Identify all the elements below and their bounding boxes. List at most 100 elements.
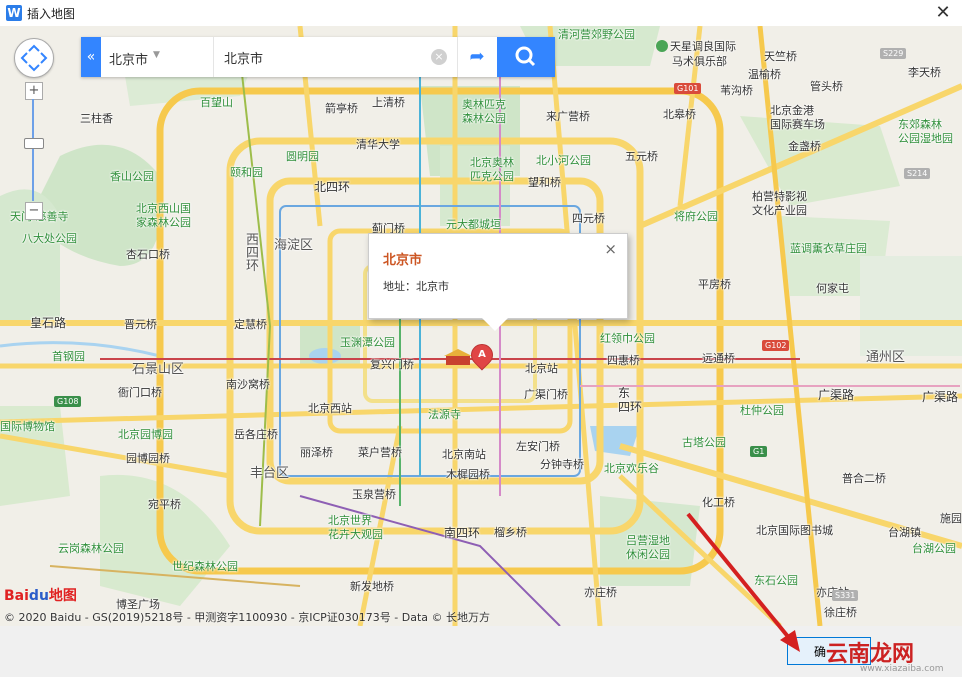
map-label: 四惠桥 <box>607 354 640 367</box>
map-label: 通州区 <box>866 350 906 365</box>
info-window: 北京市 地址：北京市 × <box>368 233 628 331</box>
map-label: 清河营郊野公园 <box>558 28 635 41</box>
map-label: 丰台区 <box>250 466 290 481</box>
map-label: 玉泉营桥 <box>352 488 396 501</box>
pan-arrows-icon <box>20 44 48 72</box>
map-label: 新发地桥 <box>350 580 394 593</box>
zoom-out-button[interactable]: − <box>25 202 43 220</box>
map-label: 徐庄桥 <box>824 606 857 619</box>
map-label: 化工桥 <box>702 496 735 509</box>
map-label: 清华大学 <box>356 138 400 151</box>
map-label: 八大处公园 <box>22 232 77 245</box>
dialog-footer: 确 云南龙网 www.xiazaiba.com <box>0 626 962 677</box>
map-label: 北京站 <box>525 362 558 375</box>
map-label: 广渠路 <box>818 388 855 402</box>
map-label: 公园湿地园 <box>898 132 953 145</box>
map-label: 定慧桥 <box>234 318 267 331</box>
collapse-panel-button[interactable]: « <box>81 37 101 77</box>
zoom-slider-handle[interactable] <box>24 138 44 149</box>
map-label: 丽泽桥 <box>300 446 333 459</box>
map-label: 李天桥 <box>908 66 941 79</box>
map-label: 首钢园 <box>52 350 85 363</box>
info-window-address: 地址：北京市 <box>383 280 449 293</box>
map-label: 温榆桥 <box>748 68 781 81</box>
map-label: 菜户营桥 <box>358 446 402 459</box>
highway-shield: G102 <box>762 340 790 351</box>
map-label: 远通桥 <box>702 352 735 365</box>
map-label: 北四环 <box>314 180 351 194</box>
title-bar: W 插入地图 ✕ <box>0 0 962 26</box>
map-label: 天星调良国际 <box>656 38 736 54</box>
map-label: 文化产业园 <box>752 204 807 217</box>
map-label: 颐和园 <box>230 166 263 179</box>
zoom-in-button[interactable]: + <box>25 82 43 100</box>
map-label: 东石公园 <box>754 574 798 587</box>
map-label: 四环 <box>618 400 643 414</box>
close-icon[interactable]: × <box>604 240 617 258</box>
zoom-slider-track[interactable] <box>32 99 34 201</box>
map-label: 何家屯 <box>816 282 849 295</box>
window-title: 插入地图 <box>27 7 76 21</box>
map-label: 南四环 <box>444 526 481 540</box>
clear-search-button[interactable]: × <box>431 49 447 65</box>
map-label: 岳各庄桥 <box>234 428 278 441</box>
chevron-down-icon[interactable]: ▼ <box>153 50 160 60</box>
map-label: 法源寺 <box>428 408 461 421</box>
map-label: 普合二桥 <box>842 472 886 485</box>
map-label: 红领巾公园 <box>600 332 655 345</box>
highway-shield: S331 <box>832 590 859 601</box>
baidu-logo: Baidu地图 <box>4 588 77 604</box>
copyright-text: © 2020 Baidu - GS(2019)5218号 - 甲测资字11009… <box>4 611 491 624</box>
map-label: 三柱香 <box>80 112 113 125</box>
map-label: 四元桥 <box>572 212 605 225</box>
map-label: 宛平桥 <box>148 498 181 511</box>
map-label: 将府公园 <box>674 210 718 223</box>
map-label: 园博园桥 <box>126 452 170 465</box>
highway-shield: S214 <box>904 168 931 179</box>
map-label: 北京园博园 <box>118 428 173 441</box>
map-label: 海淀区 <box>274 238 314 253</box>
map-label: 苇沟桥 <box>720 84 753 97</box>
map-label: 古塔公园 <box>682 436 726 449</box>
map-label: 家森林公园 <box>136 216 191 229</box>
map-label: 杏石口桥 <box>126 248 170 261</box>
map-label: 天竺桥 <box>764 50 797 63</box>
map-label: 马术俱乐部 <box>672 55 727 68</box>
search-button[interactable] <box>497 37 555 77</box>
map-label: 百望山 <box>200 96 233 109</box>
map-label: 皇石路 <box>30 316 67 330</box>
map-label: 复兴门桥 <box>370 358 414 371</box>
map-label: 元大都城垣 <box>446 218 501 231</box>
pan-control[interactable] <box>14 38 54 78</box>
search-icon <box>515 46 536 67</box>
map-label: 北皋桥 <box>663 108 696 121</box>
map-label: 来广营桥 <box>546 110 590 123</box>
map-label: 花卉大观园 <box>328 528 383 541</box>
search-input[interactable] <box>213 37 451 77</box>
map-label: 五元桥 <box>625 150 658 163</box>
map-label: 西四环 <box>246 233 260 274</box>
map-label: 分钟寺桥 <box>540 458 584 471</box>
highway-shield: G108 <box>54 396 82 407</box>
map-canvas[interactable]: 清河营郊野公园 天星调良国际 马术俱乐部 天竺桥 温榆桥 李天桥 百望山 箭亭桥… <box>0 26 962 626</box>
highway-shield: G101 <box>674 83 702 94</box>
map-label: 平房桥 <box>698 278 731 291</box>
map-label: 望和桥 <box>528 176 561 189</box>
map-label: 香山公园 <box>110 170 154 183</box>
map-label: 亦庄桥 <box>584 586 617 599</box>
map-label: 北京国际图书城 <box>756 524 833 537</box>
map-label: 南沙窝桥 <box>226 378 270 391</box>
map-label: 晋元桥 <box>124 318 157 331</box>
map-label: 森林公园 <box>462 112 506 125</box>
map-label: 世纪森林公园 <box>172 560 238 573</box>
map-label: 施园 <box>940 512 962 525</box>
map-label: 管头桥 <box>810 80 843 93</box>
close-window-button[interactable]: ✕ <box>932 2 954 24</box>
route-button[interactable]: ➦ <box>457 37 496 77</box>
map-label: 金盏桥 <box>788 140 821 153</box>
map-label: 玉渊潭公园 <box>340 336 395 349</box>
watermark-url: www.xiazaiba.com <box>860 664 944 674</box>
map-label: 国际赛车场 <box>770 118 825 131</box>
city-selector[interactable]: 北京市 <box>109 49 148 68</box>
map-label: 北小河公园 <box>536 154 591 167</box>
